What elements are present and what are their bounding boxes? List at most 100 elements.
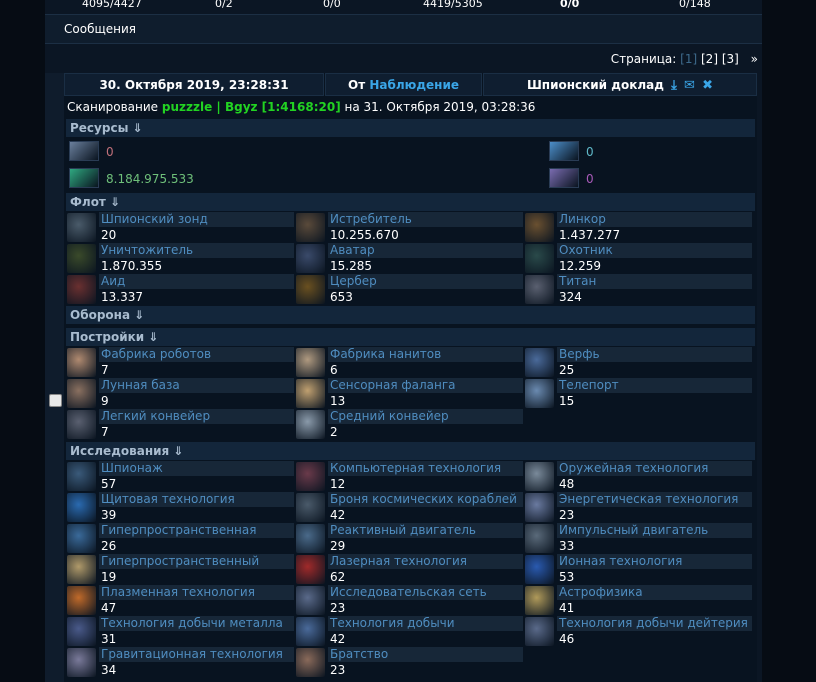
research-item[interactable]: Броня космических кораблей 42 (296, 492, 523, 522)
fleet-item[interactable]: Аватар 15.285 (296, 243, 523, 273)
buildings-item[interactable]: Легкий конвейер 7 (67, 409, 294, 439)
research-value: 23 (330, 663, 346, 677)
research-name[interactable]: Импульсный двигатель (557, 523, 752, 538)
research-item[interactable]: Оружейная технология 48 (525, 461, 752, 491)
buildings-item[interactable]: Верфь 25 (525, 347, 752, 377)
buildings-name[interactable]: Средний конвейер (328, 409, 523, 424)
research-item[interactable]: Астрофизика 41 (525, 585, 752, 615)
research-item[interactable]: Гравитационная технология 34 (67, 647, 294, 677)
fleet-item[interactable]: Шпионский зонд 20 (67, 212, 294, 242)
research-item[interactable]: Технология добычи дейтерия 46 (525, 616, 752, 646)
research-name[interactable]: Шпионаж (99, 461, 294, 476)
buildings-name[interactable]: Легкий конвейер (99, 409, 294, 424)
fleet-item[interactable]: Аид 13.337 (67, 274, 294, 304)
section-defense[interactable]: Оборона ⇓ (66, 306, 755, 324)
reply-mail-icon[interactable]: ✉ (684, 74, 695, 97)
research-name[interactable]: Технология добычи (328, 616, 523, 631)
research-item[interactable]: Гиперпространственный 19 (67, 554, 294, 584)
research-name[interactable]: Братство (328, 647, 523, 662)
research-item[interactable]: Реактивный двигатель 29 (296, 523, 523, 553)
buildings-item[interactable]: Телепорт 15 (525, 378, 752, 408)
research-item[interactable]: Технология добычи металла 31 (67, 616, 294, 646)
research-value: 33 (559, 539, 575, 553)
research-name[interactable]: Гравитационная технология (99, 647, 294, 662)
fleet-name[interactable]: Охотник (557, 243, 752, 258)
research-item[interactable]: Ионная технология 53 (525, 554, 752, 584)
research-name[interactable]: Астрофизика (557, 585, 752, 600)
buildings-name[interactable]: Лунная база (99, 378, 294, 393)
fleet-name[interactable]: Аватар (328, 243, 523, 258)
research-name[interactable]: Ионная технология (557, 554, 752, 569)
buildings-value: 2 (330, 425, 338, 439)
scan-target[interactable]: puzzzle | Bgyz [1:4168:20] (162, 100, 341, 114)
fleet-name[interactable]: Цербер (328, 274, 523, 289)
fleet-name[interactable]: Линкор (557, 212, 752, 227)
research-name[interactable]: Лазерная технология (328, 554, 523, 569)
research-name[interactable]: Плазменная технология (99, 585, 294, 600)
stat-crystal: 0/2 (215, 0, 233, 10)
research-name[interactable]: Технология добычи металла (99, 616, 294, 631)
buildings-item[interactable]: Фабрика роботов 7 (67, 347, 294, 377)
buildings-item[interactable]: Сенсорная фаланга 13 (296, 378, 523, 408)
research-name[interactable]: Щитовая технология (99, 492, 294, 507)
fleet-value: 10.255.670 (330, 228, 399, 242)
pager-label: Страница: (610, 52, 677, 66)
research-name[interactable]: Энергетическая технология (557, 492, 752, 507)
research-name[interactable]: Броня космических кораблей (328, 492, 523, 507)
fleet-name[interactable]: Аид (99, 274, 294, 289)
fleet-item[interactable]: Цербер 653 (296, 274, 523, 304)
fleet-item[interactable]: Охотник 12.259 (525, 243, 752, 273)
research-item[interactable]: Энергетическая технология 23 (525, 492, 752, 522)
pager-page-3[interactable]: [3] (722, 52, 739, 66)
fleet-item[interactable]: Уничтожитель 1.870.355 (67, 243, 294, 273)
buildings-value: 7 (101, 363, 109, 377)
research-item[interactable]: Компьютерная технология 12 (296, 461, 523, 491)
buildings-name[interactable]: Верфь (557, 347, 752, 362)
fleet-item[interactable]: Титан 324 (525, 274, 752, 304)
research-item[interactable]: Импульсный двигатель 33 (525, 523, 752, 553)
buildings-name[interactable]: Фабрика роботов (99, 347, 294, 362)
fleet-name[interactable]: Истребитель (328, 212, 523, 227)
buildings-item[interactable]: Лунная база 9 (67, 378, 294, 408)
buildings-name[interactable]: Сенсорная фаланга (328, 378, 523, 393)
buildings-item[interactable]: Средний конвейер 2 (296, 409, 523, 439)
research-item[interactable]: Щитовая технология 39 (67, 492, 294, 522)
research-value: 34 (101, 663, 117, 677)
research-item[interactable]: Плазменная технология 47 (67, 585, 294, 615)
research-item[interactable]: Шпионаж 57 (67, 461, 294, 491)
section-fleet[interactable]: Флот ⇓ (66, 193, 755, 211)
research-item[interactable]: Гиперпространственная 26 (67, 523, 294, 553)
pager-page-2[interactable]: [2] (701, 52, 718, 66)
download-icon[interactable]: ⤓ (671, 74, 677, 97)
research-item[interactable]: Лазерная технология 62 (296, 554, 523, 584)
fleet-item[interactable]: Линкор 1.437.277 (525, 212, 752, 242)
fleet-item[interactable]: Истребитель 10.255.670 (296, 212, 523, 242)
research-item[interactable]: Технология добычи 42 (296, 616, 523, 646)
research-name[interactable]: Гиперпространственный (99, 554, 294, 569)
buildings-name[interactable]: Фабрика нанитов (328, 347, 523, 362)
section-buildings[interactable]: Постройки ⇓ (66, 328, 755, 346)
research-name[interactable]: Гиперпространственная (99, 523, 294, 538)
section-resources[interactable]: Ресурсы ⇓ (66, 119, 755, 137)
research-item[interactable]: Исследовательская сеть 23 (296, 585, 523, 615)
research-name[interactable]: Компьютерная технология (328, 461, 523, 476)
messages-title[interactable]: Сообщения (64, 22, 136, 36)
buildings-item[interactable]: Фабрика нанитов 6 (296, 347, 523, 377)
buildings-name[interactable]: Телепорт (557, 378, 752, 393)
pager-next[interactable]: » (751, 52, 758, 66)
research-name[interactable]: Реактивный двигатель (328, 523, 523, 538)
research-item[interactable]: Братство 23 (296, 647, 523, 677)
section-research[interactable]: Исследования ⇓ (66, 442, 755, 460)
fleet-name[interactable]: Титан (557, 274, 752, 289)
research-name[interactable]: Оружейная технология (557, 461, 752, 476)
buildings-icon (67, 379, 96, 408)
research-name[interactable]: Исследовательская сеть (328, 585, 523, 600)
from-link[interactable]: Наблюдение (369, 78, 459, 92)
fleet-name[interactable]: Уничтожитель (99, 243, 294, 258)
research-name[interactable]: Технология добычи дейтерия (557, 616, 752, 631)
message-checkbox[interactable] (49, 394, 62, 407)
delete-icon[interactable]: ✖ (702, 74, 713, 97)
fleet-name[interactable]: Шпионский зонд (99, 212, 294, 227)
buildings-icon (525, 348, 554, 377)
research-value: 29 (330, 539, 346, 553)
